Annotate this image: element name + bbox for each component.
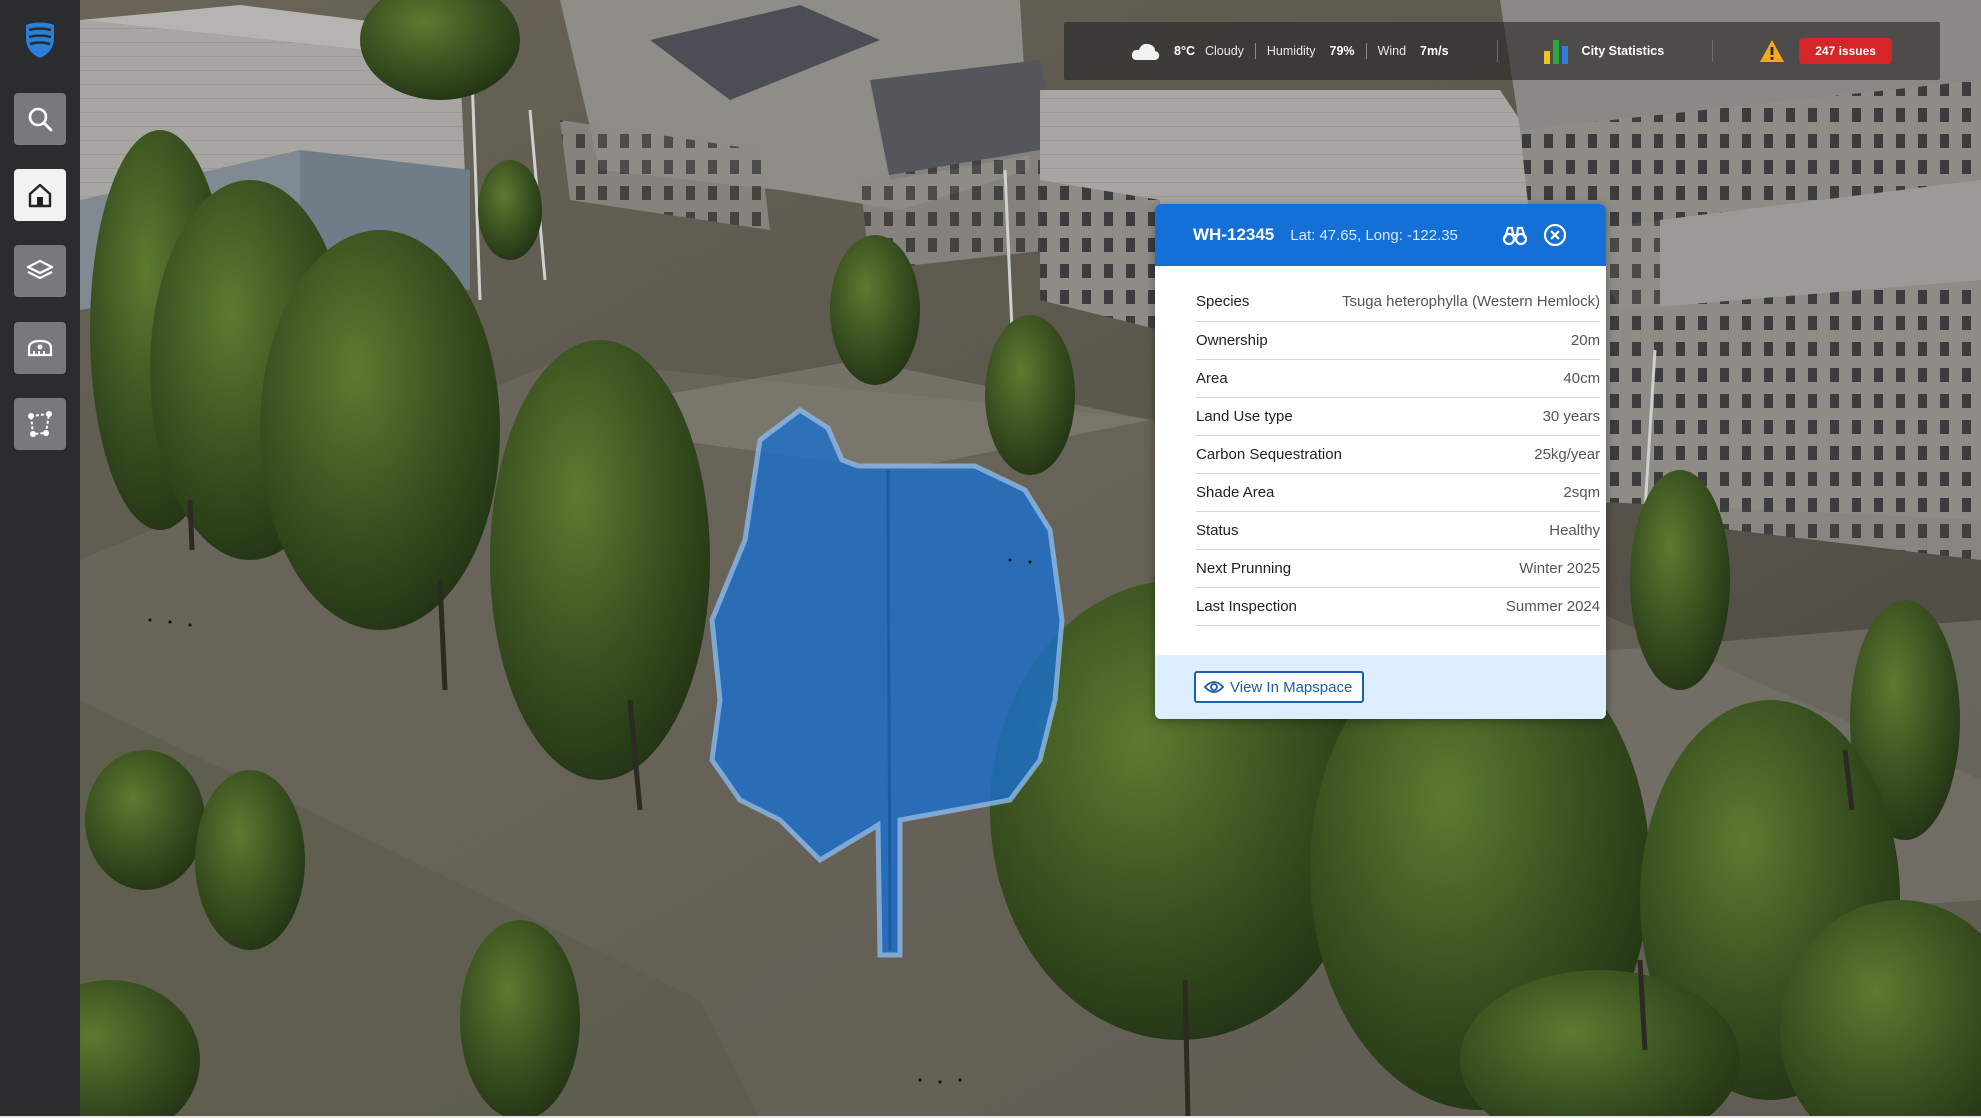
row-label: Carbon Sequestration [1196, 435, 1342, 474]
view-in-mapspace-label: View In Mapspace [1230, 678, 1353, 696]
humidity-label: Humidity [1266, 44, 1316, 58]
sidebar-measure-button[interactable] [14, 322, 66, 374]
table-row: Status Healthy [1196, 511, 1601, 550]
row-label: Shade Area [1196, 473, 1342, 512]
bar-chart-icon [1543, 40, 1568, 64]
table-row: Next Prunning Winter 2025 [1196, 549, 1601, 588]
table-row: Last Inspection Summer 2024 [1196, 587, 1601, 626]
row-value: Summer 2024 [1341, 587, 1601, 626]
issues-badge[interactable]: 247 issues [1799, 38, 1892, 64]
search-icon [28, 107, 53, 132]
binoculars-icon[interactable] [1502, 222, 1528, 248]
tree-id: WH-12345 [1193, 225, 1275, 244]
close-circle-icon[interactable] [1542, 222, 1568, 248]
tree-coordinates: Lat: 47.65, Long: -122.35 [1290, 226, 1458, 244]
temperature-value: 8°C [1174, 44, 1195, 58]
row-label: Species [1196, 283, 1342, 322]
table-row: Species Tsuga heterophylla (Western Hemlo… [1196, 283, 1601, 322]
row-value: 40cm [1341, 359, 1601, 398]
divider [1712, 40, 1714, 62]
sidebar-polygon-button[interactable] [14, 398, 66, 450]
panel-footer: View In Mapspace [1155, 655, 1606, 719]
row-label: Last Inspection [1196, 587, 1342, 626]
sidebar-layers-button[interactable] [14, 245, 66, 297]
row-value: 2sqm [1341, 473, 1601, 512]
divider [1496, 40, 1498, 62]
map-viewport[interactable] [0, 0, 1981, 1118]
table-row: Area 40cm [1196, 359, 1601, 398]
sidebar-home-button[interactable] [14, 169, 66, 221]
row-value: Healthy [1341, 511, 1601, 550]
table-row: Ownership 20m [1196, 321, 1601, 360]
divider [1365, 43, 1367, 59]
row-value: Tsuga heterophylla (Western Hemlock) [1341, 283, 1601, 322]
row-value: Winter 2025 [1341, 549, 1601, 588]
home-icon [28, 183, 52, 208]
status-bar: 8°C Cloudy Humidity 79% Wind 7m/s City S… [1064, 22, 1940, 80]
row-value: 20m [1341, 321, 1601, 360]
row-value: 25kg/year [1341, 435, 1601, 474]
warning-icon [1760, 40, 1785, 62]
weather-condition: Cloudy [1204, 44, 1244, 58]
city-statistics-label: City Statistics [1581, 44, 1665, 58]
tree-attributes-table: Species Tsuga heterophylla (Western Hemlo… [1196, 283, 1601, 626]
humidity-value: 79% [1329, 44, 1355, 58]
city-statistics-button[interactable]: City Statistics [1542, 37, 1665, 65]
polygon-draw-icon [28, 411, 52, 437]
measure-icon [27, 339, 53, 357]
view-in-mapspace-button[interactable]: View In Mapspace [1194, 671, 1365, 703]
row-label: Area [1196, 359, 1342, 398]
app-root: 8°C Cloudy Humidity 79% Wind 7m/s City S… [0, 0, 1981, 1118]
table-row: Carbon Sequestration 25kg/year [1196, 435, 1601, 474]
divider [1254, 43, 1256, 59]
eye-icon [1204, 681, 1224, 693]
row-label: Next Prunning [1196, 549, 1342, 588]
row-label: Status [1196, 511, 1342, 550]
row-label: Land Use type [1196, 397, 1342, 436]
panel-header: WH-12345 Lat: 47.65, Long: -122.35 [1155, 204, 1606, 266]
tree-info-panel: WH-12345 Lat: 47.65, Long: -122.35 Speci… [1155, 204, 1606, 719]
cloud-icon [1131, 43, 1160, 60]
row-label: Ownership [1196, 321, 1342, 360]
table-row: Shade Area 2sqm [1196, 473, 1601, 512]
map-scene[interactable] [0, 0, 1981, 1118]
app-logo-icon[interactable] [23, 20, 57, 60]
row-value: 30 years [1341, 397, 1601, 436]
table-row: Land Use type 30 years [1196, 397, 1601, 436]
wind-value: 7m/s [1420, 44, 1449, 58]
sidebar [0, 0, 80, 1118]
layers-icon [26, 259, 54, 280]
sidebar-search-button[interactable] [14, 93, 66, 145]
wind-label: Wind [1377, 44, 1407, 58]
